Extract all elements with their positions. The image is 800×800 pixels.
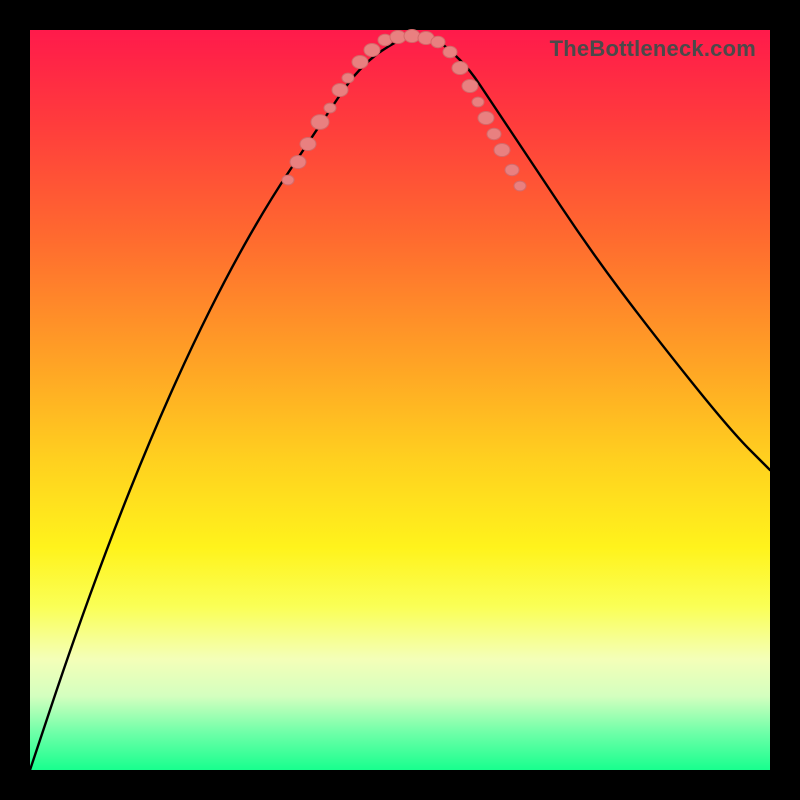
bottleneck-curve <box>30 35 770 770</box>
attribution-watermark: TheBottleneck.com <box>550 36 756 62</box>
data-marker <box>443 46 457 57</box>
data-marker <box>332 83 348 96</box>
data-marker <box>324 103 336 113</box>
chart-frame: TheBottleneck.com <box>0 0 800 800</box>
data-marker <box>404 29 420 42</box>
chart-plot-area: TheBottleneck.com <box>30 30 770 770</box>
data-marker <box>282 175 294 185</box>
data-marker <box>352 55 368 68</box>
data-marker <box>514 181 526 191</box>
data-marker <box>364 43 380 56</box>
data-marker <box>300 137 316 150</box>
data-marker <box>494 143 510 156</box>
data-marker <box>478 111 494 124</box>
data-marker <box>311 115 329 130</box>
data-marker <box>472 97 484 107</box>
data-marker <box>452 61 468 74</box>
data-markers <box>282 29 526 190</box>
data-marker <box>431 36 445 47</box>
data-marker <box>342 73 354 83</box>
data-marker <box>487 128 501 139</box>
data-marker <box>462 79 478 92</box>
chart-svg <box>30 30 770 770</box>
data-marker <box>290 155 306 168</box>
data-marker <box>505 164 519 175</box>
